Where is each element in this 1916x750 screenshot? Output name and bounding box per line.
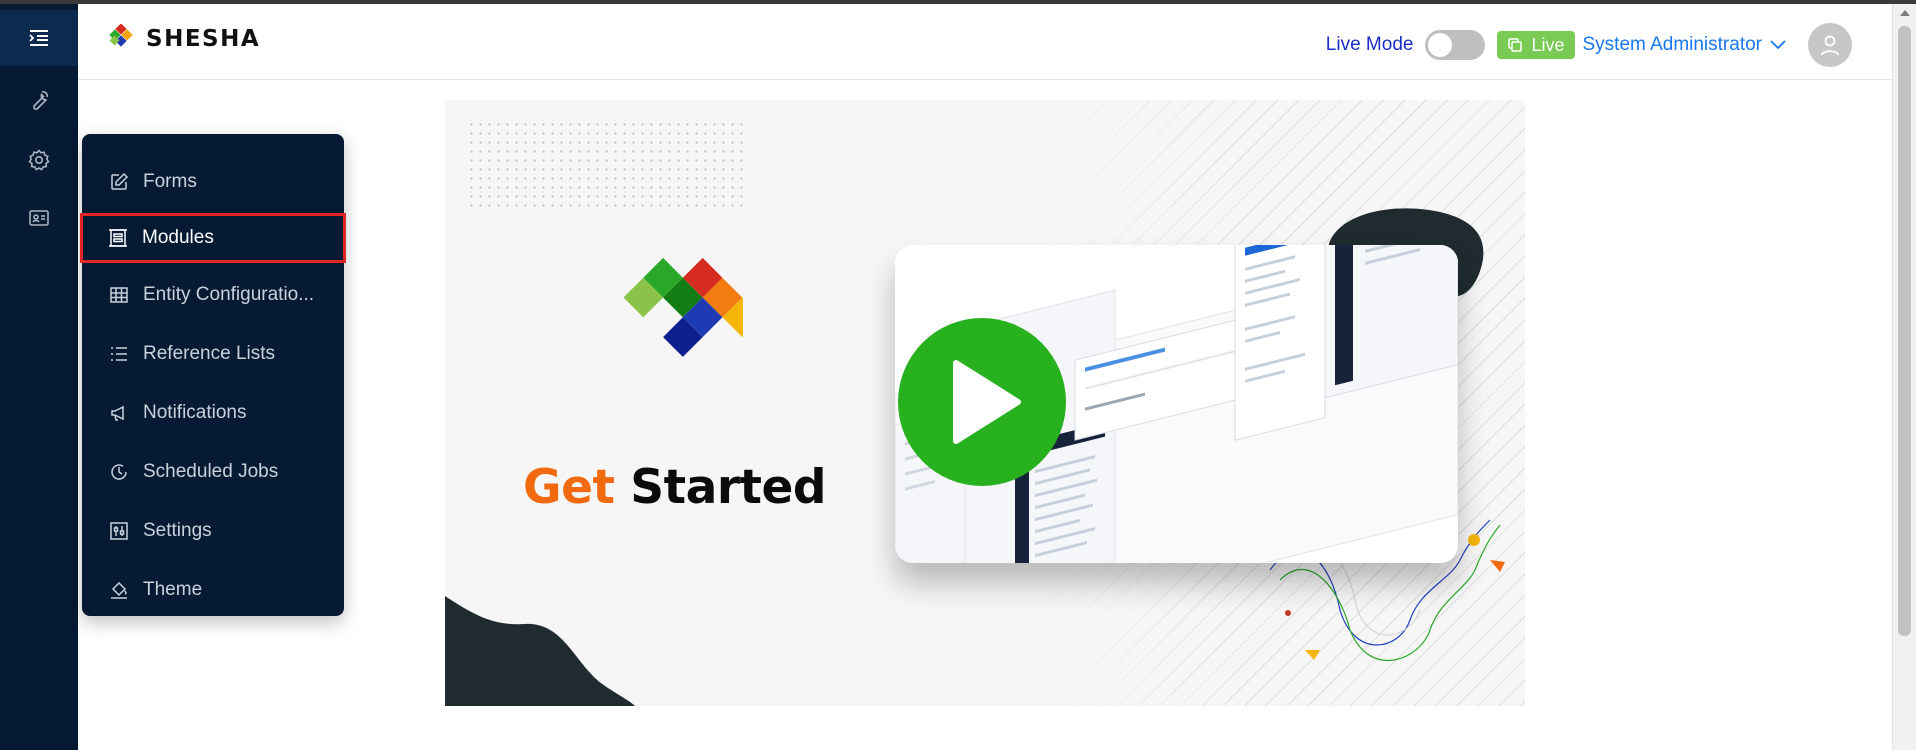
menu-item-notifications[interactable]: Notifications [82, 385, 344, 440]
get-started-title: Get Started [523, 460, 826, 515]
menu-item-label: Forms [143, 170, 197, 192]
rail-identity-button[interactable] [0, 190, 78, 246]
paint-bucket-icon [109, 580, 129, 600]
table-icon [109, 285, 129, 305]
avatar[interactable] [1808, 23, 1852, 67]
menu-item-entity-configurations[interactable]: Entity Configuratio... [82, 267, 344, 322]
scroll-thumb[interactable] [1898, 26, 1911, 636]
user-menu-trigger[interactable]: System Administrator [1583, 34, 1787, 56]
menu-item-settings[interactable]: Settings [82, 503, 344, 558]
page-scrollbar[interactable] [1892, 4, 1916, 750]
dark-blob-bottom-left [445, 596, 635, 706]
get-started-banner: Get Started [445, 100, 1525, 706]
edit-icon [109, 172, 129, 192]
configuration-menu: Forms Modules Entity Configuratio... Ref… [80, 134, 346, 617]
shesha-logo-icon [109, 24, 133, 47]
menu-item-reference-lists[interactable]: Reference Lists [82, 326, 344, 381]
live-mode-label: Live Mode [1325, 34, 1414, 55]
id-card-icon [29, 210, 49, 226]
user-icon [1820, 35, 1840, 56]
play-video-button[interactable] [898, 318, 1066, 486]
menu-item-label: Notifications [143, 401, 247, 423]
live-mode-toggle[interactable] [1425, 30, 1486, 60]
menu-item-scheduled-jobs[interactable]: Scheduled Jobs [82, 444, 344, 499]
menu-fold-icon [29, 30, 48, 46]
header-actions: Live Mode Live System Administrator [1325, 23, 1852, 67]
clock-icon [109, 462, 129, 482]
shesha-mark-illustration [623, 257, 743, 357]
menu-item-theme[interactable]: Theme [82, 562, 344, 617]
dot-pattern [467, 120, 747, 210]
menu-item-label: Settings [143, 519, 212, 541]
user-name: System Administrator [1582, 34, 1763, 55]
toggle-knob [1428, 33, 1453, 57]
live-badge[interactable]: Live [1497, 31, 1575, 59]
app-header: SHESHA Live Mode Live System Administrat… [78, 4, 1892, 80]
megaphone-icon [109, 403, 129, 423]
live-badge-label: Live [1531, 34, 1565, 55]
menu-item-modules[interactable]: Modules [80, 213, 346, 263]
brand-logo[interactable]: SHESHA [106, 24, 260, 54]
sliders-icon [109, 521, 129, 541]
list-icon [109, 344, 129, 364]
copy-icon [1508, 38, 1523, 52]
tool-icon [33, 91, 48, 110]
menu-item-label: Modules [142, 227, 214, 248]
get-started-word-1: Get [523, 460, 615, 515]
play-icon [953, 360, 1021, 444]
menu-item-forms[interactable]: Forms [82, 154, 344, 209]
scroll-up-arrow[interactable] [1900, 10, 1910, 16]
menu-toggle-button[interactable] [0, 10, 78, 66]
rail-settings-button[interactable] [0, 132, 78, 188]
menu-item-label: Entity Configuratio... [143, 283, 315, 305]
settings-icon [28, 149, 50, 171]
get-started-word-2: Started [630, 460, 826, 515]
left-rail [0, 4, 78, 750]
menu-item-label: Reference Lists [143, 342, 276, 364]
menu-item-label: Scheduled Jobs [143, 460, 279, 482]
brand-name: SHESHA [146, 26, 261, 52]
menu-item-label: Theme [143, 578, 203, 600]
chevron-down-icon [1770, 40, 1786, 50]
rail-tools-button[interactable] [0, 72, 78, 128]
modules-icon [108, 228, 128, 248]
